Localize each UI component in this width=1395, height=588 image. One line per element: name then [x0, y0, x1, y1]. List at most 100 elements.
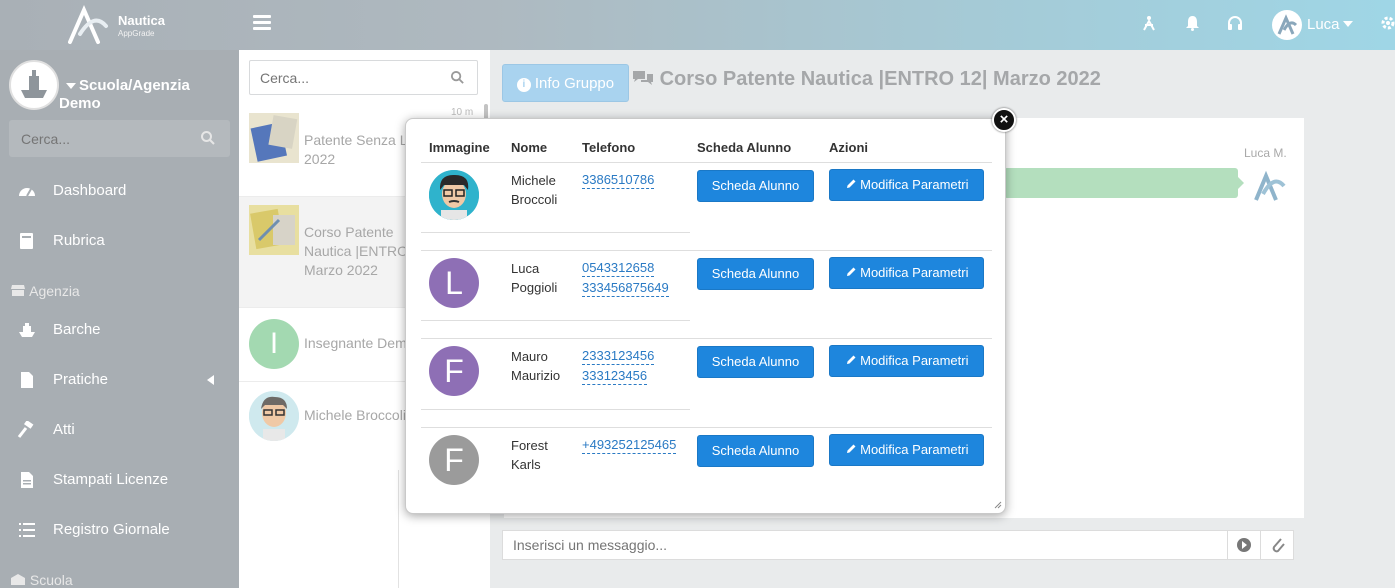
row-divider — [421, 338, 992, 339]
file-icon — [21, 372, 33, 388]
org-name-line2: Demo — [59, 95, 101, 112]
phone-link[interactable]: 3386510786 — [582, 171, 655, 189]
pencil-icon — [846, 267, 855, 276]
list-icon — [19, 523, 35, 537]
column-header-azioni: Azioni — [829, 140, 868, 155]
store-icon — [11, 285, 25, 296]
headset-icon[interactable] — [1225, 15, 1245, 35]
row-divider — [421, 162, 992, 163]
row-divider — [421, 232, 690, 233]
sidebar-item-registro-giornale[interactable]: Registro Giornale — [0, 510, 239, 550]
scheda-alunno-button[interactable]: Scheda Alunno — [697, 258, 814, 290]
chat-thumbnail — [249, 205, 299, 255]
message-input[interactable] — [503, 531, 1214, 559]
chevron-left-icon — [207, 375, 214, 385]
user-name[interactable]: Luca — [1307, 16, 1340, 33]
org-selector[interactable]: Scuola/Agenzia — [66, 76, 236, 95]
member-initial-avatar: L — [429, 258, 479, 308]
chat-search-input[interactable] — [250, 61, 440, 94]
member-initial-avatar: F — [429, 435, 479, 485]
column-header-scheda-alunno: Scheda Alunno — [697, 140, 792, 155]
app-logo[interactable]: Nautica AppGrade — [64, 4, 174, 46]
sidebar-item-label: Barche — [53, 321, 101, 338]
gear-icon[interactable] — [1378, 15, 1395, 35]
book-icon — [20, 233, 33, 249]
group-info-popup: Immagine Nome Telefono Scheda Alunno Azi… — [405, 118, 1006, 514]
message-bubble-arrow — [1237, 176, 1244, 190]
message-composer — [502, 530, 1294, 560]
sidebar-item-atti[interactable]: Atti — [0, 410, 239, 450]
dashboard-icon — [19, 188, 35, 197]
member-initial-avatar: F — [429, 346, 479, 396]
member-name: Luca Poggioli — [511, 261, 558, 295]
sidebar-item-stampati-licenze[interactable]: Stampati Licenze — [0, 460, 239, 500]
sidebar-search-input[interactable] — [9, 120, 230, 157]
pencil-icon — [846, 355, 855, 364]
modifica-parametri-button[interactable]: Modifica Parametri — [829, 345, 984, 377]
chat-time: 10 m — [451, 107, 474, 118]
person-sail-icon[interactable] — [1139, 15, 1159, 35]
phone-link[interactable]: 333456875649 — [582, 279, 669, 297]
row-divider — [421, 427, 992, 428]
org-logo[interactable] — [9, 60, 59, 110]
chevron-down-icon[interactable] — [1343, 21, 1353, 27]
row-divider — [421, 409, 690, 410]
message-bubble — [1004, 168, 1238, 198]
resize-handle-icon[interactable] — [994, 501, 1002, 509]
info-group-button[interactable]: i Info Gruppo — [502, 64, 629, 102]
search-icon[interactable] — [200, 130, 216, 146]
scheda-alunno-button[interactable]: Scheda Alunno — [697, 435, 814, 467]
sidebar-item-label: Stampati Licenze — [53, 471, 169, 488]
chat-search-box — [249, 60, 478, 95]
section-agenzia: Agenzia — [10, 283, 80, 299]
sender-avatar — [1254, 170, 1286, 201]
row-divider — [421, 250, 992, 251]
member-phones: 2333123456 333123456 — [582, 347, 655, 387]
member-phones: 0543312658 333456875649 — [582, 259, 669, 299]
scheda-alunno-button[interactable]: Scheda Alunno — [697, 170, 814, 202]
member-avatar — [429, 170, 479, 220]
sidebar-item-dashboard[interactable]: Dashboard — [0, 171, 239, 211]
phone-link[interactable]: +493252125465 — [582, 436, 677, 454]
modifica-parametri-button[interactable]: Modifica Parametri — [829, 169, 984, 201]
row-divider — [421, 320, 690, 321]
sidebar-item-label: Registro Giornale — [53, 521, 170, 538]
bell-icon[interactable] — [1182, 15, 1202, 35]
sidebar-item-label: Dashboard — [53, 182, 127, 199]
phone-link[interactable]: 333123456 — [582, 367, 648, 385]
message-author: Luca M. — [1244, 146, 1287, 160]
member-name: Mauro Maurizio — [511, 349, 561, 383]
document-icon — [21, 472, 33, 488]
sidebar-item-barche[interactable]: Barche — [0, 310, 239, 350]
member-name: Forest Karls — [511, 438, 548, 472]
modifica-parametri-button[interactable]: Modifica Parametri — [829, 434, 984, 466]
hamburger-icon[interactable] — [253, 15, 271, 33]
modifica-parametri-button[interactable]: Modifica Parametri — [829, 257, 984, 289]
close-icon[interactable]: × — [992, 108, 1016, 132]
pencil-icon — [846, 444, 855, 453]
section-scuola: Scuola — [10, 572, 73, 588]
member-name: Michele Broccoli — [511, 173, 558, 207]
sidebar-item-label: Pratiche — [53, 371, 109, 388]
phone-link[interactable]: 0543312658 — [582, 259, 655, 277]
school-icon — [11, 574, 25, 585]
chat-initial-avatar: I — [249, 319, 299, 369]
info-icon: i — [516, 77, 531, 92]
sidebar-item-label: Atti — [53, 421, 75, 438]
caret-down-icon — [66, 83, 76, 90]
search-icon[interactable] — [450, 70, 465, 85]
comments-icon — [633, 71, 653, 85]
member-phones: +493252125465 — [582, 436, 677, 456]
sidebar-item-label: Rubrica — [53, 232, 105, 249]
user-avatar[interactable] — [1272, 10, 1302, 40]
logo-subtitle: AppGrade — [118, 29, 155, 38]
column-header-immagine: Immagine — [429, 140, 490, 155]
chat-thumbnail — [249, 113, 299, 163]
paperclip-icon[interactable] — [1260, 531, 1294, 559]
send-icon[interactable] — [1227, 531, 1260, 559]
sidebar-item-pratiche[interactable]: Pratiche — [0, 360, 239, 400]
sidebar-item-rubrica[interactable]: Rubrica — [0, 221, 239, 261]
phone-link[interactable]: 2333123456 — [582, 347, 655, 365]
scheda-alunno-button[interactable]: Scheda Alunno — [697, 346, 814, 378]
column-header-telefono: Telefono — [582, 140, 636, 155]
